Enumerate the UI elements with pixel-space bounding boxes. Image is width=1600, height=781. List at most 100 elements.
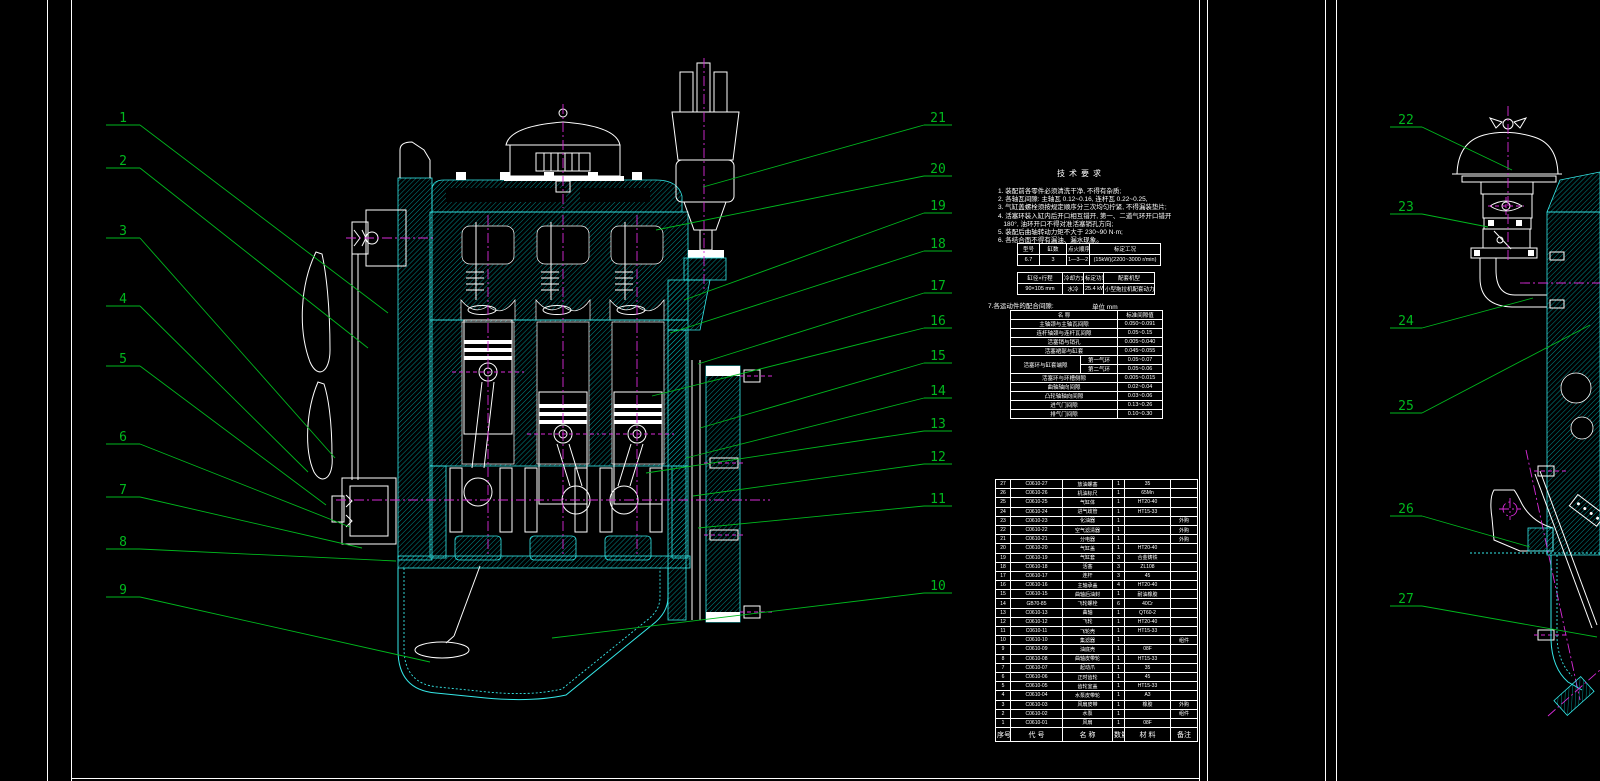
note-line: 1. 装配前各零件必须清洗干净, 不得有杂质; — [998, 188, 1164, 196]
table-cell: 7 — [996, 663, 1011, 672]
oil-strainer — [415, 642, 469, 658]
callout-number: 2 — [119, 154, 127, 169]
table-cell: 排气门间隙 — [1011, 410, 1118, 419]
callout-17: 17 — [698, 279, 952, 364]
table-cell — [1171, 544, 1198, 553]
table-cell: 空气滤清器 — [1063, 525, 1113, 534]
table-row: 26C0610-26机油标尺165Mn — [996, 489, 1198, 498]
table-cell: GB70-85 — [1011, 599, 1063, 608]
table-cell: 16 — [996, 581, 1011, 590]
table-cell: HT20-40 — [1125, 498, 1171, 507]
table-cell: 1 — [1113, 645, 1125, 654]
table-cell: 耐油橡胶 — [1125, 590, 1171, 599]
table-cell: 0.02~0.04 — [1118, 383, 1163, 392]
table-cell: 气缸体 — [1063, 498, 1113, 507]
table-cell: 分电器 — [1063, 535, 1113, 544]
callout-number: 3 — [119, 224, 127, 239]
flywheel — [668, 330, 772, 622]
callout-5: 5 — [106, 352, 326, 505]
table-cell: 1 — [996, 718, 1011, 727]
table-cell: 1 — [1113, 525, 1125, 534]
table-cell: 1 — [1113, 636, 1125, 645]
table-row: 12C0610-12飞轮1HT20-40 — [996, 617, 1198, 626]
callout-number: 21 — [930, 111, 946, 126]
table-row: 型号缸数点火顺序标定工况 — [1018, 244, 1161, 255]
callout-number: 25 — [1398, 399, 1414, 414]
table-row: 2C0610-02水泵1组件 — [996, 709, 1198, 718]
table-cell: HT20-40 — [1125, 581, 1171, 590]
table-cell: 名 称 — [1063, 728, 1113, 742]
table-row: 缸径×行程冷却方式标定功率配套机型 — [1018, 273, 1155, 284]
table-cell: C0610-08 — [1011, 654, 1063, 663]
table-cell: 放油螺塞 — [1063, 480, 1113, 489]
table-cell: 外购 — [1171, 525, 1198, 534]
table-cell: 组件 — [1171, 636, 1198, 645]
table-cell — [1171, 498, 1198, 507]
parts-list-table: 27C0610-27放油螺塞13526C0610-26机油标尺165Mn25C0… — [995, 479, 1198, 742]
table-cell: HT15-33 — [1125, 682, 1171, 691]
table-cell: 1 — [1113, 627, 1125, 636]
table-cell: C0610-05 — [1011, 682, 1063, 691]
table-cell — [1171, 663, 1198, 672]
table-row: 活塞环与环槽侧隙0.005~0.015 — [1011, 374, 1163, 383]
callout-number: 27 — [1398, 592, 1414, 607]
table-cell: 1 — [1113, 654, 1125, 663]
table-cell: 19 — [996, 553, 1011, 562]
callout-number: 20 — [930, 162, 946, 177]
table-cell: 6 — [1113, 599, 1125, 608]
table-row: 27C0610-27放油螺塞135 — [996, 480, 1198, 489]
table-cell: HT15-33 — [1125, 654, 1171, 663]
table-cell — [1171, 627, 1198, 636]
table-cell: 1 — [1113, 590, 1125, 599]
table-row: 名 称标准间隙值 — [1011, 311, 1163, 320]
table-cell: 组件 — [1171, 709, 1198, 718]
table-cell: 6.7 — [1018, 255, 1040, 266]
table-cell: C0610-09 — [1011, 645, 1063, 654]
table-cell: 集滤器 — [1063, 636, 1113, 645]
callout-number: 13 — [930, 417, 946, 432]
table-cell: 35 — [1125, 480, 1171, 489]
table-row: 15C0610-15曲轴后油封1耐油橡胶 — [996, 590, 1198, 599]
table-row: 24C0610-24进气歧管1HT15-33 — [996, 507, 1198, 516]
table-cell: 连杆轴颈与连杆瓦间隙 — [1011, 329, 1118, 338]
table-cell: 3 — [1040, 255, 1067, 266]
table-cell: ZL108 — [1125, 562, 1171, 571]
table-cell: C0610-02 — [1011, 709, 1063, 718]
table-cell: 1 — [1113, 709, 1125, 718]
callout-number: 9 — [119, 583, 127, 598]
table-cell: C0610-04 — [1011, 691, 1063, 700]
table-cell — [1171, 654, 1198, 663]
table-cell: C0610-15 — [1011, 590, 1063, 599]
table-cell: 化油器 — [1063, 516, 1113, 525]
table-cell: 1 — [1113, 682, 1125, 691]
table-cell: 11 — [996, 627, 1011, 636]
table-cell: 0.005~0.015 — [1118, 374, 1163, 383]
table-cell: 0.050~0.091 — [1118, 320, 1163, 329]
callout-number: 12 — [930, 450, 946, 465]
table-cell: 外购 — [1171, 516, 1198, 525]
table-cell: QT60-2 — [1125, 608, 1171, 617]
table-row: 13C0610-13曲轴1QT60-2 — [996, 608, 1198, 617]
table-cell: C0610-27 — [1011, 480, 1063, 489]
table-cell: 1 — [1113, 544, 1125, 553]
table-cell: 标准间隙值 — [1118, 311, 1163, 320]
table-cell: 35 — [1125, 663, 1171, 672]
table-cell: 1 — [1113, 498, 1125, 507]
table-cell: 14 — [996, 599, 1011, 608]
callout-layer: 1234567891011121314151617181920212223242… — [106, 111, 1597, 662]
callout-4: 4 — [106, 292, 308, 472]
table-cell: 9 — [996, 645, 1011, 654]
air-cleaner — [1452, 118, 1562, 194]
table-cell: 6 — [996, 672, 1011, 681]
table-cell: 风扇 — [1063, 718, 1113, 727]
table-cell: 活塞销与销孔 — [1011, 338, 1118, 347]
table-cell: C0610-24 — [1011, 507, 1063, 516]
callout-number: 10 — [930, 579, 946, 594]
table-row: 6.731—3—2(15kW)(2200~3000 r/min) — [1018, 255, 1161, 266]
cad-viewport: 1234567891011121314151617181920212223242… — [0, 0, 1600, 781]
table-cell: 主轴颈与主轴瓦间隙 — [1011, 320, 1118, 329]
table-cell — [1125, 636, 1171, 645]
table-cell: (15kW)(2200~3000 r/min) — [1090, 255, 1161, 266]
table-cell: 3 — [1113, 571, 1125, 580]
table-cell: C0610-22 — [1011, 525, 1063, 534]
